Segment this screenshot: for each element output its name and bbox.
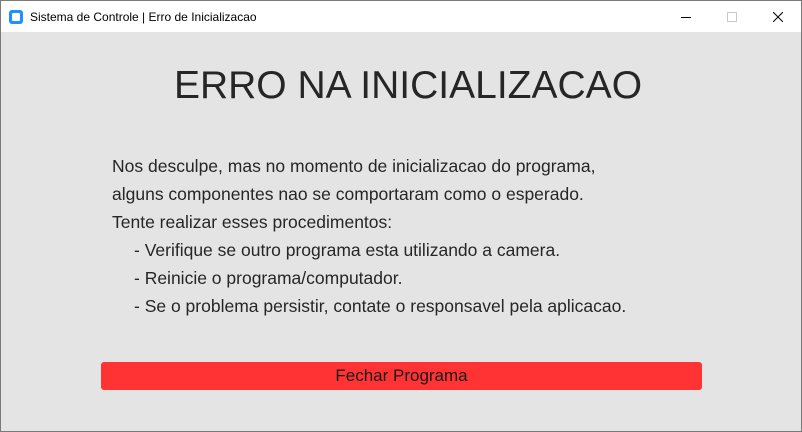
error-message: Nos desculpe, mas no momento de iniciali…: [112, 152, 626, 320]
close-button[interactable]: [755, 1, 801, 32]
minimize-icon: [681, 16, 691, 18]
error-heading: ERRO NA INICIALIZACAO: [173, 64, 643, 107]
app-icon: [9, 9, 23, 24]
caption-buttons: [663, 1, 801, 32]
minimize-button[interactable]: [663, 1, 709, 32]
close-program-button[interactable]: Fechar Programa: [101, 362, 702, 390]
maximize-icon: [727, 11, 737, 22]
title-bar[interactable]: Sistema de Controle | Erro de Inicializa…: [1, 1, 801, 32]
step-item: - Se o problema persistir, contate o res…: [134, 296, 627, 316]
message-line: Tente realizar esses procedimentos:: [112, 212, 393, 232]
app-window: Sistema de Controle | Erro de Inicializa…: [0, 0, 802, 432]
step-item: - Reinicie o programa/computador.: [134, 268, 403, 288]
window-title: Sistema de Controle | Erro de Inicializa…: [30, 9, 257, 24]
message-line: Nos desculpe, mas no momento de iniciali…: [112, 156, 596, 176]
message-line: alguns componentes nao se comportaram co…: [112, 184, 584, 204]
maximize-button[interactable]: [709, 1, 755, 32]
step-item: - Verifique se outro programa esta utili…: [134, 240, 561, 260]
close-icon: [773, 11, 783, 22]
main-content: ERRO NA INICIALIZACAO Nos desculpe, mas …: [1, 32, 801, 431]
